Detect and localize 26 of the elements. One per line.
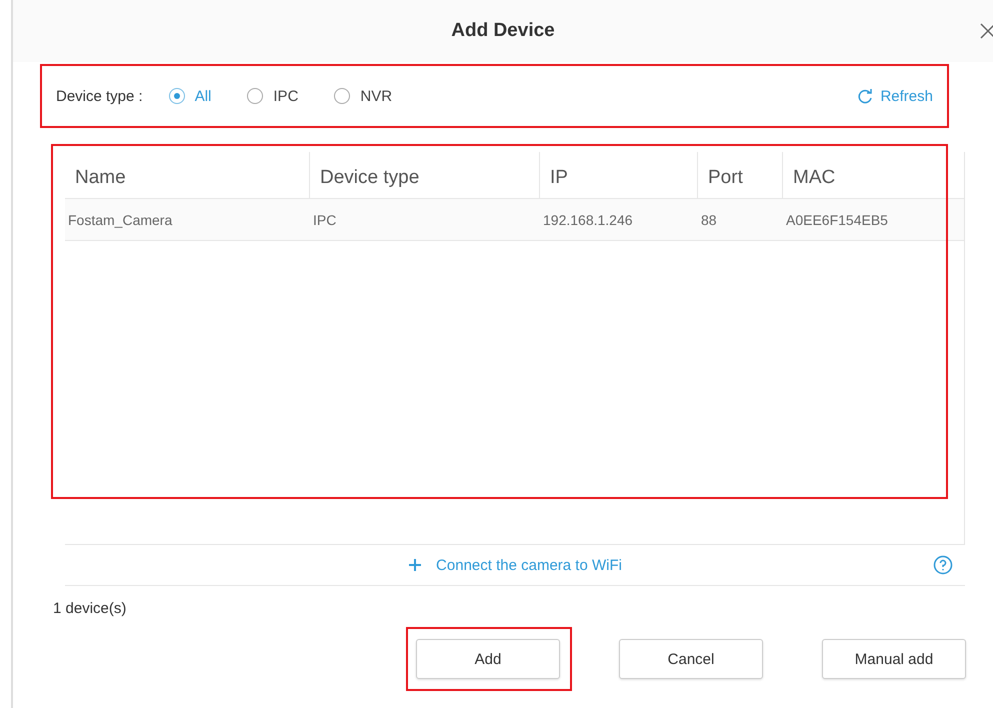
- window-title: Add Device: [451, 20, 555, 42]
- column-header: Port: [698, 152, 783, 198]
- radio-label[interactable]: NVR: [360, 88, 392, 104]
- help-icon[interactable]: [933, 555, 953, 575]
- table-cell-text: Fostam_Camera: [67, 211, 174, 230]
- refresh-icon: [856, 88, 874, 104]
- device-count: 1 device(s): [53, 600, 128, 617]
- column-header: IP: [540, 152, 698, 198]
- table-cell-text: IPC: [312, 211, 338, 230]
- column-header: Device type: [310, 152, 540, 198]
- table-cell-text: 88: [700, 211, 718, 230]
- radio-button[interactable]: [168, 88, 185, 104]
- close-icon[interactable]: [979, 22, 993, 40]
- radio-button[interactable]: [247, 88, 264, 104]
- table-row[interactable]: Fostam_Camera IPC 192.168.1.246 88 A0EE6F154EB5: [65, 199, 964, 241]
- radio-label[interactable]: IPC: [273, 88, 298, 104]
- dialog-button[interactable]: Cancel: [619, 639, 763, 679]
- dialog-button[interactable]: Manual add: [822, 639, 966, 679]
- filter-label: Device type :: [56, 88, 143, 104]
- table-cell-text: A0EE6F154EB5: [785, 211, 889, 230]
- dialog-button[interactable]: Add: [416, 639, 560, 679]
- column-header: MAC: [792, 166, 836, 190]
- plus-icon: [408, 558, 422, 572]
- column-header: Name: [65, 152, 310, 198]
- table-cell-text: 192.168.1.246: [542, 211, 634, 230]
- radio-button[interactable]: [334, 88, 350, 104]
